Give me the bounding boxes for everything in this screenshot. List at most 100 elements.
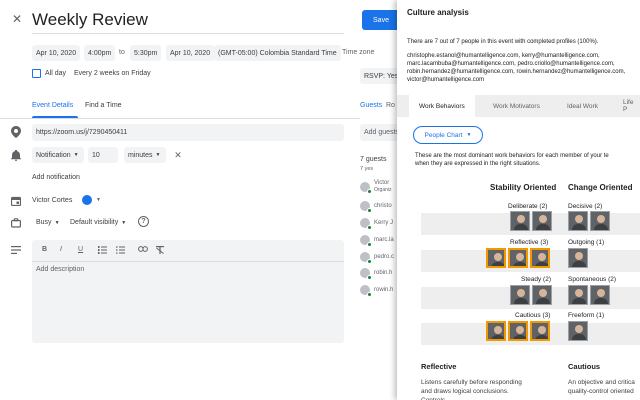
people-group — [486, 321, 550, 341]
underline-button[interactable]: U — [78, 246, 83, 253]
all-day-checkbox[interactable] — [32, 69, 41, 78]
person-photo[interactable] — [590, 211, 610, 231]
rsvp-select[interactable]: RSVP: Yes — [360, 68, 403, 84]
people-chart-button[interactable]: People Chart ▼ — [413, 126, 483, 144]
clear-formatting-icon[interactable] — [156, 246, 164, 256]
person-photo[interactable] — [530, 321, 550, 341]
description-editor[interactable]: B I U Add description — [32, 240, 344, 343]
visibility-label: Default visibility — [70, 219, 119, 226]
bulleted-list-icon[interactable] — [116, 246, 125, 256]
tab-work-behaviors[interactable]: Work Behaviors — [409, 95, 475, 117]
person-photo[interactable] — [532, 285, 552, 305]
tab-ideal-work[interactable]: Ideal Work — [557, 95, 608, 117]
email-line: victor@humantelligence.com — [407, 77, 485, 83]
guest-role: Organiz — [374, 187, 392, 193]
person-photo[interactable] — [530, 248, 550, 268]
person-photo[interactable] — [486, 248, 506, 268]
start-date-field[interactable]: Apr 10, 2020 — [32, 45, 81, 61]
to-label: to — [119, 49, 125, 56]
behavior-label-outgoing: Outgoing (1) — [568, 239, 605, 246]
guest-row[interactable]: robin.h — [360, 266, 392, 280]
event-title-field[interactable]: Weekly Review — [32, 8, 344, 34]
stability-oriented-heading: Stability Oriented — [490, 183, 557, 192]
all-day-label: All day — [45, 70, 67, 77]
save-button[interactable]: Save — [362, 10, 400, 30]
add-guests-input[interactable]: Add guests — [360, 124, 400, 141]
recurrence-select[interactable]: Every 2 weeks on Friday — [70, 66, 155, 81]
add-notification-link[interactable]: Add notification — [32, 174, 80, 181]
people-group — [568, 321, 588, 341]
guest-row[interactable]: christo — [360, 199, 392, 213]
tab-rooms[interactable]: Ro — [386, 102, 395, 109]
person-photo[interactable] — [568, 248, 588, 268]
person-photo[interactable] — [508, 248, 528, 268]
tab-life-priorities[interactable]: Life P — [613, 95, 640, 117]
avatar — [360, 201, 372, 213]
person-photo[interactable] — [486, 321, 506, 341]
italic-button[interactable]: I — [60, 246, 62, 253]
guest-yes-count: 7 yes — [360, 166, 374, 172]
avatar — [360, 285, 372, 297]
accepted-check-icon — [367, 242, 372, 247]
guest-name: Kerry J — [374, 220, 394, 226]
editor-toolbar-divider — [32, 261, 344, 262]
behavior-label-deliberate: Deliberate (2) — [508, 203, 548, 210]
notification-type-label: Notification — [36, 151, 71, 159]
tab-event-details[interactable]: Event Details — [32, 102, 73, 109]
numbered-list-icon[interactable] — [98, 246, 107, 256]
end-date-field[interactable]: Apr 10, 2020 — [166, 45, 215, 61]
remove-notification-icon[interactable]: ✕ — [172, 149, 184, 161]
timezone-link[interactable]: Time zone — [342, 49, 374, 56]
description-placeholder: Add description — [36, 266, 85, 273]
start-time-field[interactable]: 4:00pm — [84, 45, 116, 61]
link-icon[interactable] — [138, 246, 148, 254]
guest-row[interactable]: marc.la — [360, 233, 394, 247]
tab-work-motivators[interactable]: Work Motivators — [483, 95, 550, 117]
person-photo[interactable] — [510, 285, 530, 305]
visibility-select[interactable]: Default visibility ▼ — [66, 215, 130, 230]
end-time-field[interactable]: 5:30pm — [130, 45, 162, 61]
accepted-check-icon — [367, 189, 372, 194]
behavior-label-reflective: Reflective (3) — [510, 239, 549, 246]
panel-tabs: Work Behaviors Work Motivators Ideal Wor… — [397, 95, 640, 117]
close-icon[interactable]: ✕ — [10, 12, 24, 26]
person-photo[interactable] — [590, 285, 610, 305]
person-photo[interactable] — [568, 211, 588, 231]
timezone-field[interactable]: (GMT-05:00) Colombia Standard Time — [214, 45, 341, 61]
avatar — [360, 235, 372, 247]
tab-guests[interactable]: Guests — [360, 102, 382, 109]
guest-name: Victor — [374, 180, 390, 186]
accepted-check-icon — [367, 275, 372, 280]
accepted-check-icon — [367, 292, 372, 297]
guest-row[interactable]: pedro.c — [360, 250, 394, 264]
notification-unit-select[interactable]: minutes ▼ — [124, 147, 166, 163]
guest-count: 7 guests — [360, 156, 387, 163]
person-photo[interactable] — [510, 211, 530, 231]
notification-type-select[interactable]: Notification ▼ — [32, 147, 84, 163]
person-photo[interactable] — [568, 321, 588, 341]
guest-name: christo — [374, 203, 392, 209]
notification-unit-label: minutes — [128, 151, 153, 159]
guest-row[interactable]: Victor Organiz — [360, 180, 392, 194]
calendar-color-select[interactable]: ▼ — [82, 194, 106, 206]
guest-row[interactable]: rowin.h — [360, 283, 393, 297]
guest-row[interactable]: Kerry J — [360, 216, 393, 230]
people-group — [486, 248, 550, 268]
person-photo[interactable] — [568, 285, 588, 305]
bold-button[interactable]: B — [42, 246, 47, 253]
busy-label: Busy — [36, 219, 52, 226]
reflective-heading: Reflective — [421, 362, 457, 371]
intro-line: These are the most dominant work behavio… — [415, 153, 609, 159]
person-photo[interactable] — [532, 211, 552, 231]
help-icon[interactable]: ? — [138, 216, 149, 227]
notification-value-input[interactable]: 10 — [88, 147, 118, 163]
people-group — [568, 285, 610, 305]
people-chart-label: People Chart — [424, 131, 463, 139]
busy-select[interactable]: Busy ▼ — [32, 215, 64, 230]
profile-summary: There are 7 out of 7 people in this even… — [407, 39, 599, 45]
location-input[interactable]: https://zoom.us/j/7290450411 — [32, 124, 344, 141]
tab-find-a-time[interactable]: Find a Time — [85, 102, 122, 109]
person-photo[interactable] — [508, 321, 528, 341]
guest-name: robin.h — [374, 270, 393, 276]
accepted-check-icon — [367, 259, 372, 264]
